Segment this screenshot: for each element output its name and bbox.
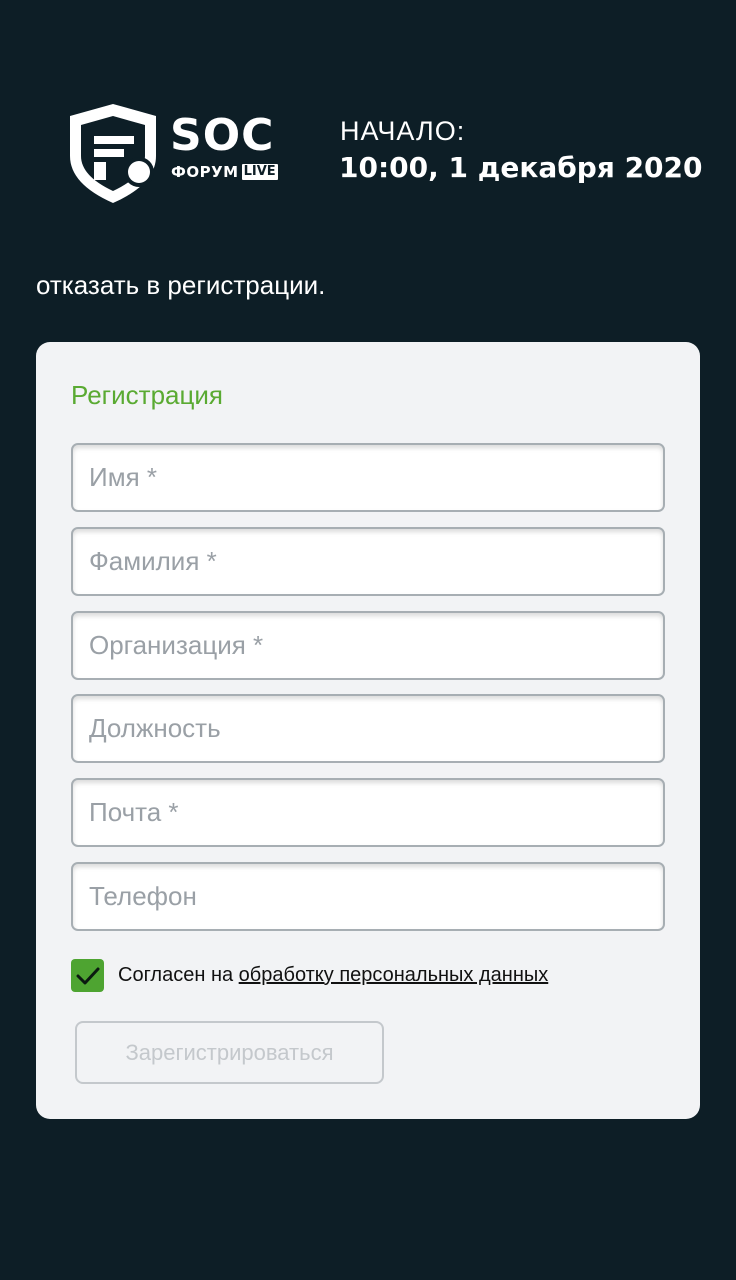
soc-shield-logo-icon <box>66 102 160 206</box>
last-name-input[interactable] <box>71 527 665 596</box>
email-input[interactable] <box>71 778 665 847</box>
start-date: 10:00, 1 декабря 2020 <box>339 151 703 184</box>
register-button[interactable]: Зарегистрироваться <box>75 1021 384 1084</box>
logo-wordmark: SOC <box>170 110 275 161</box>
consent-checkbox[interactable] <box>71 959 104 992</box>
personal-data-link[interactable]: обработку персональных данных <box>239 964 549 986</box>
form-title: Регистрация <box>71 380 223 410</box>
organization-input[interactable] <box>71 611 665 680</box>
logo-subtitle: ФОРУМ LIVE <box>171 162 278 182</box>
start-label: НАЧАЛО: <box>340 116 466 146</box>
logo-forum-text: ФОРУМ <box>171 163 239 181</box>
page-header: SOC ФОРУМ LIVE НАЧАЛО: 10:00, 1 декабря … <box>0 0 736 240</box>
registration-card: Регистрация Согласен на обработку персон… <box>36 342 700 1119</box>
consent-row: Согласен на обработку персональных данны… <box>71 959 548 992</box>
intro-text: отказать в регистрации. <box>36 270 326 300</box>
consent-label: Согласен на обработку персональных данны… <box>118 964 548 987</box>
first-name-input[interactable] <box>71 443 665 512</box>
consent-text: Согласен на <box>118 964 234 986</box>
position-input[interactable] <box>71 694 665 763</box>
phone-input[interactable] <box>71 862 665 931</box>
logo-live-badge: LIVE <box>241 164 278 180</box>
checkmark-icon <box>76 967 99 984</box>
